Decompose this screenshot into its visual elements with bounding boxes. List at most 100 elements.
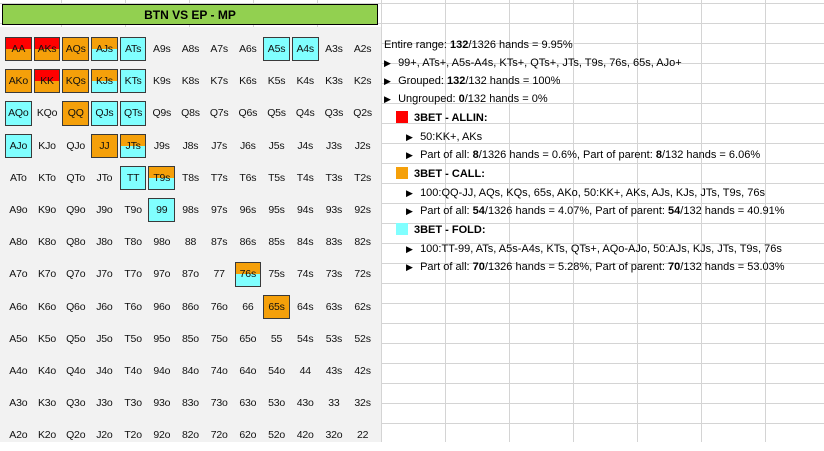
hand-cell[interactable]: 76s	[234, 258, 263, 290]
hand-cell[interactable]: T6o	[119, 291, 148, 323]
triangle-right-icon[interactable]: ▶	[384, 54, 395, 72]
hand-cell[interactable]: K2s	[348, 65, 377, 97]
hand-cell[interactable]: T6s	[234, 162, 263, 194]
hand-cell[interactable]: Q5o	[61, 323, 90, 355]
hand-cell[interactable]: 73o	[205, 387, 234, 419]
triangle-right-icon[interactable]: ▶	[406, 240, 417, 258]
hand-cell[interactable]: K9s	[147, 65, 176, 97]
hand-cell[interactable]: T3s	[320, 162, 349, 194]
triangle-right-icon[interactable]: ▶	[406, 128, 417, 146]
hand-cell[interactable]: 54s	[291, 323, 320, 355]
hand-cell[interactable]: 88	[176, 226, 205, 258]
hand-cell[interactable]: KJs	[90, 65, 119, 97]
hand-cell[interactable]: 76o	[205, 291, 234, 323]
hand-cell[interactable]: 44	[291, 355, 320, 387]
hand-cell[interactable]: T4o	[119, 355, 148, 387]
hand-cell[interactable]: K2o	[33, 419, 62, 451]
hand-cell[interactable]: T2s	[348, 162, 377, 194]
hand-cell[interactable]: T2o	[119, 419, 148, 451]
hand-cell[interactable]: 52s	[348, 323, 377, 355]
hand-cell[interactable]: A9s	[147, 33, 176, 65]
hand-cell[interactable]: K8o	[33, 226, 62, 258]
hand-cell[interactable]: 96o	[147, 291, 176, 323]
hand-cell[interactable]: 84o	[176, 355, 205, 387]
hand-cell[interactable]: A8s	[176, 33, 205, 65]
hand-cell[interactable]: QTs	[119, 97, 148, 129]
hand-cell[interactable]: J9o	[90, 194, 119, 226]
hand-cell[interactable]: K4o	[33, 355, 62, 387]
ungrouped-line[interactable]: ▶ Ungrouped: 0/132 hands = 0%	[384, 90, 822, 108]
hand-cell[interactable]: J8s	[176, 130, 205, 162]
hand-cell[interactable]: T7s	[205, 162, 234, 194]
hand-cell[interactable]: 87o	[176, 258, 205, 290]
hand-cell[interactable]: QJo	[61, 130, 90, 162]
hand-cell[interactable]: Q8s	[176, 97, 205, 129]
hand-cell[interactable]: TT	[119, 162, 148, 194]
hand-cell[interactable]: J2o	[90, 419, 119, 451]
group-fold-hands[interactable]: ▶ 100:TT-99, ATs, A5s-A4s, KTs, QTs+, AQ…	[406, 240, 822, 258]
triangle-right-icon[interactable]: ▶	[406, 258, 417, 276]
hand-cell[interactable]: 95s	[262, 194, 291, 226]
hand-cell[interactable]: J5o	[90, 323, 119, 355]
hand-cell[interactable]: 75o	[205, 323, 234, 355]
hand-cell[interactable]: 42o	[291, 419, 320, 451]
hand-cell[interactable]: T4s	[291, 162, 320, 194]
hand-cell[interactable]: K5o	[33, 323, 62, 355]
hand-cell[interactable]: 92s	[348, 194, 377, 226]
hand-cell[interactable]: Q4s	[291, 97, 320, 129]
hand-cell[interactable]: K6o	[33, 291, 62, 323]
triangle-right-icon[interactable]: ▶	[384, 90, 395, 108]
hand-cell[interactable]: 72s	[348, 258, 377, 290]
hand-cell[interactable]: KTo	[33, 162, 62, 194]
hand-cell[interactable]: KQo	[33, 97, 62, 129]
group-call-title[interactable]: 3BET - CALL:	[396, 164, 822, 184]
hand-cell[interactable]: 33	[320, 387, 349, 419]
hand-cell[interactable]: Q3o	[61, 387, 90, 419]
hand-cell[interactable]: A5s	[262, 33, 291, 65]
grouped-line[interactable]: ▶ Grouped: 132/132 hands = 100%	[384, 72, 822, 90]
hand-cell[interactable]: 97o	[147, 258, 176, 290]
hand-cell[interactable]: QJs	[90, 97, 119, 129]
hand-cell[interactable]: Q2o	[61, 419, 90, 451]
hand-cell[interactable]: 82s	[348, 226, 377, 258]
hand-cell[interactable]: 94o	[147, 355, 176, 387]
hand-cell[interactable]: K8s	[176, 65, 205, 97]
hand-cell[interactable]: Q9s	[147, 97, 176, 129]
hand-cell[interactable]: 62o	[234, 419, 263, 451]
hand-cell[interactable]: 98s	[176, 194, 205, 226]
group-call-stats[interactable]: ▶ Part of all: 54/1326 hands = 4.07%, Pa…	[406, 202, 822, 220]
hand-cell[interactable]: K7o	[33, 258, 62, 290]
hand-cell[interactable]: T3o	[119, 387, 148, 419]
hand-cell[interactable]: QQ	[61, 97, 90, 129]
hand-cell[interactable]: 93s	[320, 194, 349, 226]
hand-cell[interactable]: K5s	[262, 65, 291, 97]
hand-cell[interactable]: 63s	[320, 291, 349, 323]
hand-cell[interactable]: A7s	[205, 33, 234, 65]
hand-cell[interactable]: Q7o	[61, 258, 90, 290]
hand-cell[interactable]: Q3s	[320, 97, 349, 129]
hand-cell[interactable]: 53s	[320, 323, 349, 355]
hand-cell[interactable]: 65o	[234, 323, 263, 355]
hand-cell[interactable]: T7o	[119, 258, 148, 290]
hand-cell[interactable]: ATo	[4, 162, 33, 194]
hand-cell[interactable]: A4o	[4, 355, 33, 387]
hand-cell[interactable]: 86o	[176, 291, 205, 323]
hand-cell[interactable]: K3s	[320, 65, 349, 97]
hand-cell[interactable]: Q2s	[348, 97, 377, 129]
hand-cell[interactable]: AQs	[61, 33, 90, 65]
hand-cell[interactable]: JJ	[90, 130, 119, 162]
hand-cell[interactable]: KQs	[61, 65, 90, 97]
group-fold-title[interactable]: 3BET - FOLD:	[396, 220, 822, 240]
group-call-hands[interactable]: ▶ 100:QQ-JJ, AQs, KQs, 65s, AKo, 50:KK+,…	[406, 184, 822, 202]
hand-cell[interactable]: 92o	[147, 419, 176, 451]
hand-cell[interactable]: 72o	[205, 419, 234, 451]
hand-cell[interactable]: 64o	[234, 355, 263, 387]
hand-cell[interactable]: KTs	[119, 65, 148, 97]
triangle-right-icon[interactable]: ▶	[384, 72, 395, 90]
hand-cell[interactable]: 32s	[348, 387, 377, 419]
hand-cell[interactable]: Q8o	[61, 226, 90, 258]
hand-cell[interactable]: 42s	[348, 355, 377, 387]
triangle-right-icon[interactable]: ▶	[406, 146, 417, 164]
hand-cell[interactable]: 73s	[320, 258, 349, 290]
hand-cell[interactable]: Q5s	[262, 97, 291, 129]
